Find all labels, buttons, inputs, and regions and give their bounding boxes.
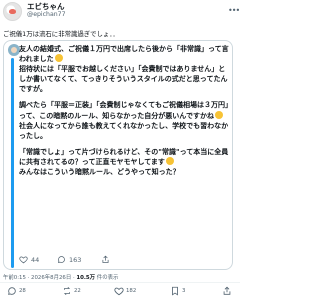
quoted-like-stat[interactable]: 44 (19, 255, 39, 264)
quote-accent-bar (11, 58, 14, 268)
reply-icon (57, 256, 65, 263)
repost-button[interactable]: 22 (62, 286, 81, 296)
meta-separator: · (72, 275, 75, 281)
post-timestamp: 午前0:15 · 2026年8月26日 (3, 275, 72, 281)
post-text: ご祝儀1万は流石に非常識過ぎでしょ．． (3, 30, 119, 38)
heart-icon (114, 287, 124, 296)
quoted-paragraph: 社会人になってから誰も教えてくれなかったし、学校でも習わなかったし。 (19, 121, 229, 140)
quoted-paragraph: 「常識でしょ」って片づけられるけど、その"常識"って本当に全員に共有されてるの？… (19, 147, 229, 166)
quoted-reply-count: 163 (69, 255, 82, 264)
quoted-post-body: 友人の結婚式、ご祝儀１万円で出席したら後から「非常識」って言われました 招待状に… (19, 44, 229, 183)
post-header: エビちゃん @epichan77 ••• (0, 0, 240, 24)
bookmark-button[interactable]: 3 (170, 286, 185, 296)
share-button[interactable] (222, 286, 232, 296)
quoted-paragraph: 友人の結婚式、ご祝儀１万円で出席したら後から「非常識」って言われました (19, 45, 229, 64)
face-emoji-icon (54, 54, 63, 63)
face-emoji-icon (214, 110, 223, 119)
bookmark-count: 3 (182, 288, 186, 294)
quoted-stats: 44 163 (19, 255, 229, 267)
quoted-paragraph: 調べたら「平服＝正装」「会費制じゃなくてもご祝儀相場は３万円」って、この暗黙のル… (19, 101, 229, 120)
reply-count: 28 (19, 288, 26, 294)
bookmark-icon (172, 286, 178, 296)
share-icon (223, 286, 231, 295)
quoted-share-stat[interactable] (101, 255, 110, 264)
share-icon (102, 255, 109, 263)
post-meta: 午前0:15 · 2026年8月26日 · 10.5万 件の表示 (3, 273, 118, 281)
reply-icon (8, 287, 16, 295)
quoted-like-count: 44 (31, 255, 40, 264)
views-label: 件の表示 (96, 275, 119, 281)
post-actions: 28 22 182 3 (0, 286, 240, 298)
repost-icon (63, 286, 71, 296)
repost-count: 22 (74, 288, 81, 294)
face-emoji-icon (165, 156, 174, 165)
views-count: 10.5万 (76, 275, 96, 281)
like-count: 182 (126, 288, 137, 294)
reply-button[interactable]: 28 (7, 286, 26, 296)
quoted-paragraph: みんなはこういう暗黙ルール、どうやって知った？ (19, 168, 180, 177)
quoted-post-card[interactable]: 友人の結婚式、ご祝儀１万円で出席したら後から「非常識」って言われました 招待状に… (3, 40, 233, 270)
heart-icon (19, 256, 28, 264)
quoted-paragraph: 招待状には「平服でお越しください」「会費制ではありません」としか書いてなくて、て… (19, 65, 228, 94)
divider (0, 282, 240, 283)
more-options-icon[interactable]: ••• (228, 6, 240, 15)
author-avatar[interactable] (3, 2, 22, 21)
like-button[interactable]: 182 (114, 286, 136, 296)
author-handle[interactable]: @epichan77 (27, 11, 66, 18)
quoted-reply-stat[interactable]: 163 (57, 255, 81, 264)
